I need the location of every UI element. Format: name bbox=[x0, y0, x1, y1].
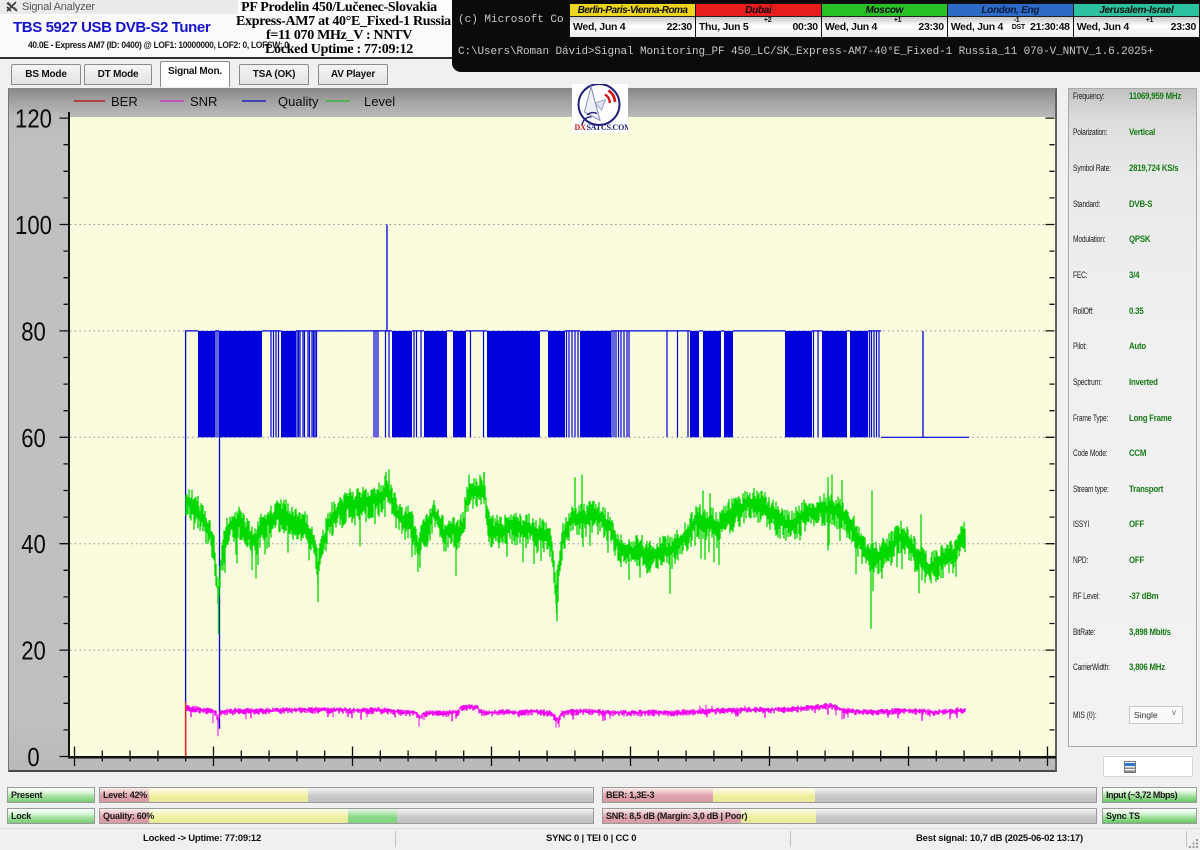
svg-text:40: 40 bbox=[21, 531, 46, 560]
svg-text:80: 80 bbox=[21, 318, 46, 347]
svg-text:SATCS.COM: SATCS.COM bbox=[587, 123, 629, 132]
svg-text:0: 0 bbox=[27, 743, 39, 772]
svg-text:Quality: Quality bbox=[278, 94, 319, 109]
svg-text:BER: BER bbox=[111, 94, 138, 109]
svg-text:Level: Level bbox=[364, 94, 395, 109]
svg-text:DX: DX bbox=[575, 123, 587, 132]
svg-text:20: 20 bbox=[21, 637, 46, 666]
svg-text:SNR: SNR bbox=[190, 94, 217, 109]
svg-text:120: 120 bbox=[15, 105, 52, 134]
svg-text:100: 100 bbox=[15, 211, 52, 240]
svg-text:60: 60 bbox=[21, 424, 46, 453]
